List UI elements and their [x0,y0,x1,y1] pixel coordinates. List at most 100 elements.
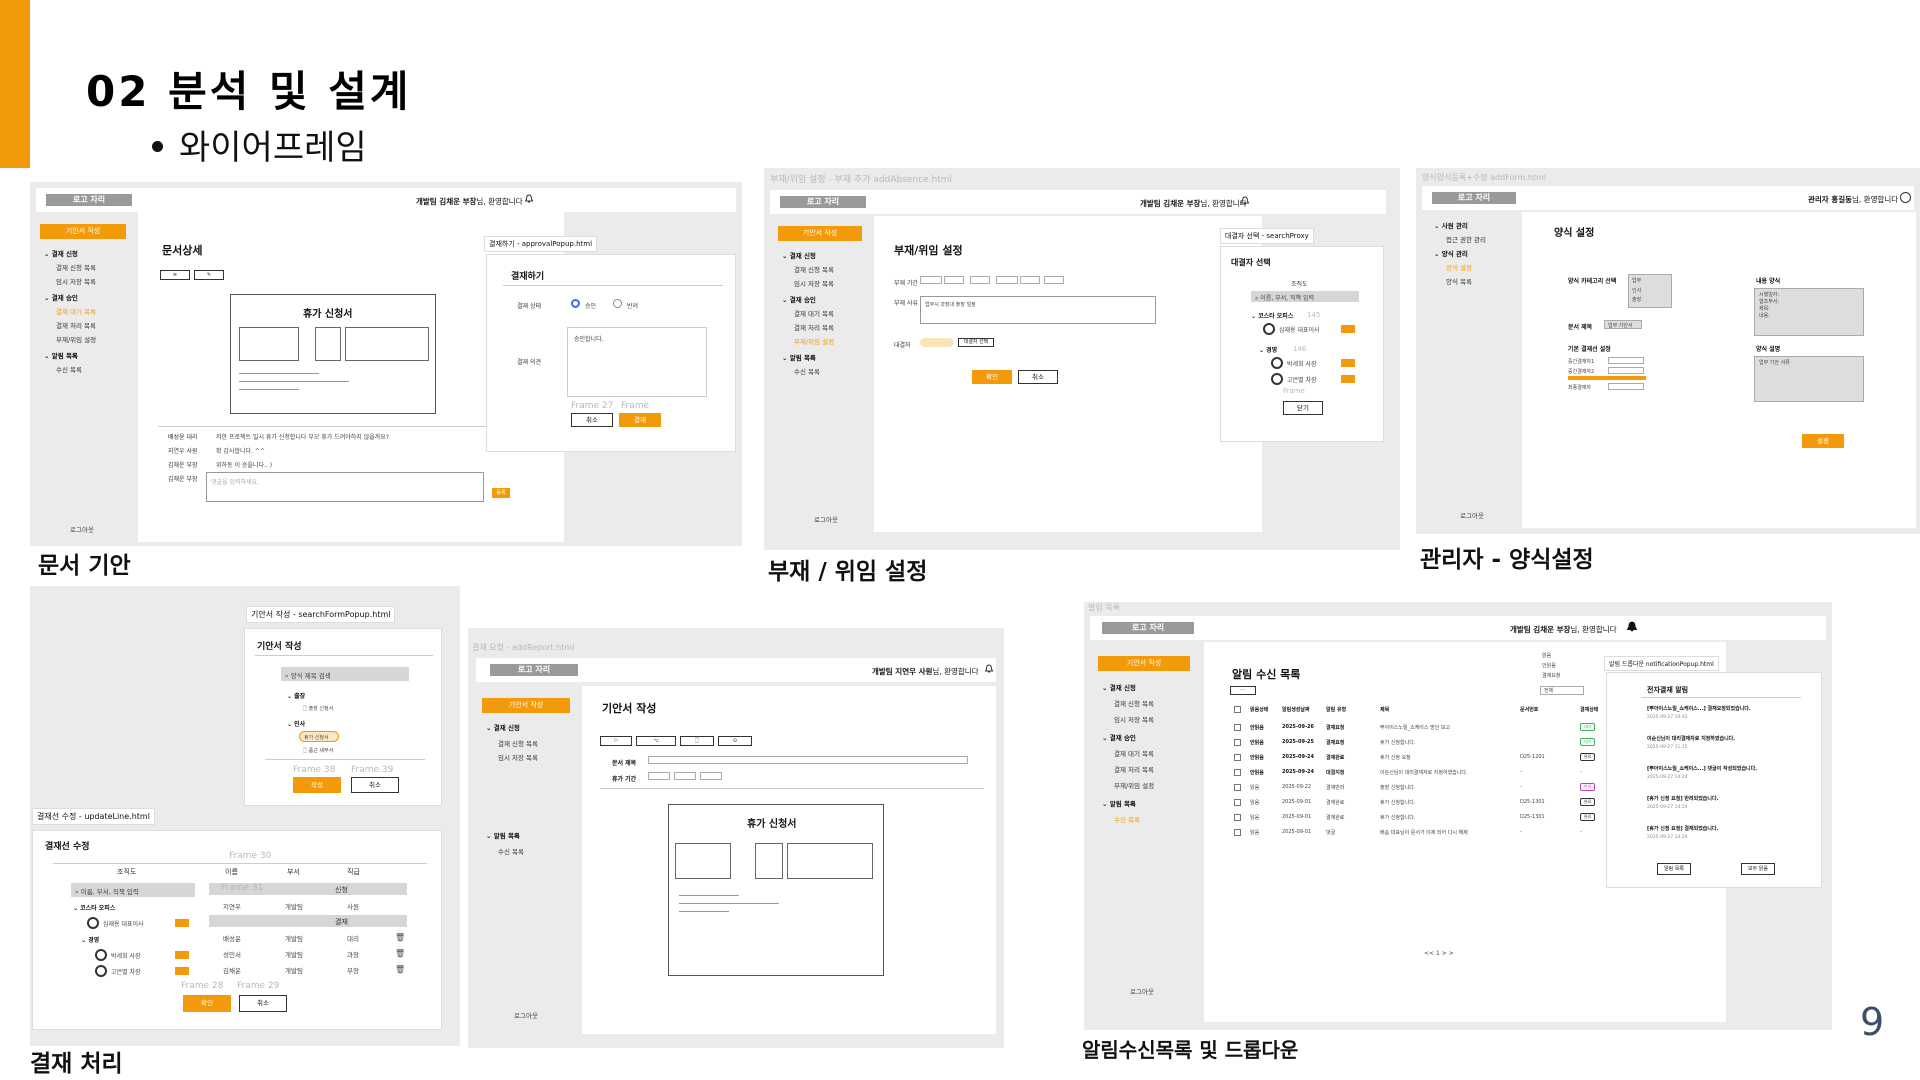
tree-dept[interactable]: ⌄ 경영 [1259,345,1277,354]
report-doc-title-input[interactable] [648,756,968,764]
bell-icon[interactable] [1240,196,1250,206]
select-chip[interactable] [1341,375,1355,383]
row-checkbox[interactable] [1234,724,1241,731]
tree-hr-item-selected[interactable]: 휴가 신청서 [299,731,339,742]
sidebar-group-forms[interactable]: ⌄ 양식 관리 [1434,248,1468,258]
sidebar-item-pending[interactable]: 결재 대기 목록 [794,308,834,318]
sidebar-item-received[interactable]: 수신 목록 [1114,814,1140,824]
line-confirm-button[interactable]: 확인 [183,995,231,1012]
sidebar-group-notify[interactable]: ⌄ 알림 목록 [782,352,816,362]
edit-button[interactable]: ✎ [194,270,224,280]
table-row[interactable]: 안읽음 2025-09-24 대결지정 이순신님이 대리결재자로 지정하였습니다. - - [1230,767,1630,779]
mid2-select[interactable] [1608,367,1644,374]
sidebar-item-absence[interactable]: 부재/위임 설정 [56,334,96,344]
logo[interactable]: 로고 자리 [490,664,578,676]
sidebar-group-approval[interactable]: ⌄ 결재 신청 [486,722,520,732]
sidebar-group-notify[interactable]: ⌄ 알림 목록 [44,350,78,360]
period-day-start[interactable] [970,276,990,284]
sidebar-item-request-list[interactable]: 결재 신청 목록 [1114,698,1154,708]
table-row[interactable]: 읽음 2025-09-22 결재반려 출장 신청합니다. - 반려 [1230,782,1630,794]
tree-person-1[interactable]: 박세희 사장 [1287,359,1317,368]
reason-input[interactable]: 업무시 과장내 출장 일정 [920,296,1156,324]
sidebar-item-access[interactable]: 접근 권한 관리 [1446,234,1486,244]
radio-reject[interactable] [613,299,622,308]
row-checkbox[interactable] [1234,829,1241,836]
report-period-day[interactable] [700,772,722,780]
category-option-1[interactable]: 인사 [1632,287,1641,294]
final-select[interactable] [1608,383,1644,390]
sidebar-group-approval[interactable]: ⌄ 결재 신청 [1102,682,1136,692]
tree-trip-item[interactable]: 🗋 출장 신청서 [303,705,333,714]
sidebar-item-absence[interactable]: 부재/위임 설정 [794,336,834,346]
sidebar-item-received[interactable]: 수신 목록 [56,364,82,374]
popup-cancel-button[interactable]: 취소 [571,413,613,427]
sidebar-group-approve[interactable]: ⌄ 결재 승인 [1102,732,1136,742]
toolbar-button-2[interactable]: ⌥ [636,736,676,746]
table-row[interactable]: 안읽음 2025-09-26 결재요청 뿌아이스노릴_쇼케이스 방인 보고 대기 [1230,722,1630,734]
proxy-chip[interactable] [920,338,954,347]
proxy-search-input[interactable]: ⌕ 이름, 부서, 직책 입력 [1251,291,1359,302]
popup-approve-button[interactable]: 결재 [619,413,661,427]
select-chip[interactable] [175,951,189,959]
absence-confirm-button[interactable]: 확인 [972,370,1012,384]
sidebar-group-approval[interactable]: ⌄ 결재 신청 [44,248,78,258]
draft-button[interactable]: 기안서 작성 [40,224,126,239]
list-button[interactable]: ≡ [160,270,190,280]
sidebar-item-temp-list[interactable]: 임시 저장 목록 [498,752,538,762]
notify-popup-item[interactable]: [휴가 신청 요청] 결재되었습니다. 2025-09-27 14:24 [1647,825,1807,851]
notify-list-button[interactable]: 알림 목록 [1657,863,1691,875]
draft-button[interactable]: 기안서 작성 [1098,656,1190,671]
logout-link[interactable]: 로그아웃 [814,514,838,524]
notify-popup-item[interactable]: 이순신님이 대리결재자로 지정하였습니다. 2025-09-27 11:15 [1647,735,1807,761]
desc-textarea[interactable]: 업무 기안 서류 [1754,356,1864,402]
line-cancel-button[interactable]: 취소 [239,995,287,1012]
admin-save-button[interactable]: 설정 [1802,434,1844,448]
row-checkbox[interactable] [1234,739,1241,746]
tree-trip[interactable]: ⌄ 출장 [287,691,305,700]
logout-link[interactable]: 로그아웃 [70,524,94,534]
row-checkbox[interactable] [1234,814,1241,821]
sidebar-item-absence[interactable]: 부재/위임 설정 [1114,780,1154,790]
comment-submit-button[interactable]: 등록 [492,488,510,498]
sidebar-item-request-list[interactable]: 결재 신청 목록 [794,264,834,274]
read-all-button[interactable]: 모두 읽음 [1741,863,1775,875]
proxy-select-button[interactable]: 대결자 선택 [958,338,994,347]
category-option-2[interactable]: 출장 [1632,296,1641,303]
table-row[interactable]: 읽음 2025-09-01 댓글 배솜 대표님이 문서가 이제 되어 다시 해제 - - [1230,827,1630,839]
sidebar-item-temp-list[interactable]: 임시 저장 목록 [794,278,834,288]
form-write-button[interactable]: 작성 [293,777,341,793]
table-row[interactable]: 읽음 2025-09-01 결재완료 휴가 신청합니다. D25-1301 완료 [1230,812,1630,824]
logout-link[interactable]: 로그아웃 [1130,986,1154,996]
sidebar-item-received[interactable]: 수신 목록 [794,366,820,376]
sidebar-item-processed[interactable]: 결재 처리 목록 [1114,764,1154,774]
tree-company[interactable]: ⌄ 코스타 오피스 [1251,311,1293,320]
sidebar-group-users[interactable]: ⌄ 사원 관리 [1434,220,1468,230]
tree-hr-item2[interactable]: 🗋 품근 세부서 [303,747,333,756]
bell-icon[interactable] [984,664,994,674]
notify-action-button[interactable]: ⋯ [1230,686,1256,695]
sidebar-group-notify[interactable]: ⌄ 알림 목록 [1102,798,1136,808]
sidebar-group-approval[interactable]: ⌄ 결재 신청 [782,250,816,260]
filter-select[interactable]: 전체 [1540,686,1584,695]
trash-icon[interactable]: 🗑 [395,949,405,958]
logo[interactable]: 로고 자리 [1432,192,1516,204]
trash-icon[interactable]: 🗑 [395,965,405,974]
notify-popup-item[interactable]: [휴가 신청 요청] 반려되었습니다. 2025-09-27 14:24 [1647,795,1807,821]
period-day-end[interactable] [1044,276,1064,284]
row-checkbox[interactable] [1234,784,1241,791]
period-year-end[interactable] [996,276,1018,284]
row-checkbox[interactable] [1234,799,1241,806]
tree-person-2[interactable]: 고은별 차장 [1287,375,1317,384]
table-row[interactable]: 읽음 2025-09-01 결재완료 휴가 신청합니다. D25-1301 완료 [1230,797,1630,809]
notify-popup-item[interactable]: [뿌아이스노릴_쇼케이스...] 댓글이 작성되었습니다. 2025-09-27 … [1647,765,1807,791]
sidebar-item-temp-list[interactable]: 임시 저장 목록 [1114,714,1154,724]
toolbar-button-4[interactable]: ⊙ [718,736,752,746]
report-period-month[interactable] [674,772,696,780]
sidebar-item-received[interactable]: 수신 목록 [498,846,524,856]
line-tree-ceo[interactable]: 심재용 대표이사 [103,919,144,928]
period-month-start[interactable] [944,276,964,284]
bell-icon[interactable] [524,194,534,204]
category-select[interactable]: 업무 인사 출장 [1628,274,1672,308]
comment-input[interactable]: 댓글을 입력하세요. [206,472,484,502]
filter-option-3[interactable]: 결재요청 [1542,672,1560,679]
